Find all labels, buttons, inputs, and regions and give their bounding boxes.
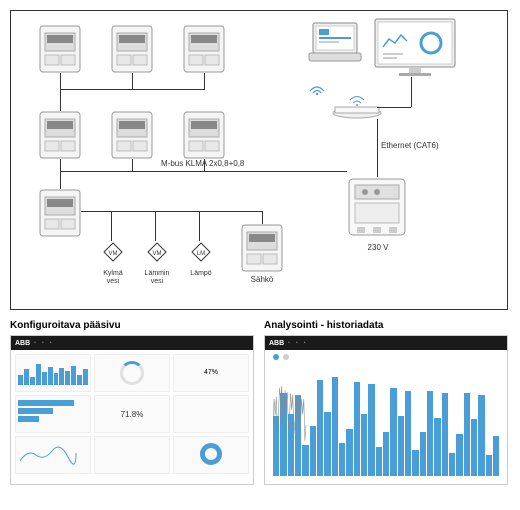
history-bar-chart [265, 364, 507, 484]
energy-meter [39, 25, 81, 73]
svg-text:VM: VM [109, 251, 118, 257]
energy-meter [111, 111, 153, 159]
dashboard-screenshot: ABB ••• 47% 71.8% [10, 335, 254, 485]
app-logo: ABB [15, 340, 30, 347]
dash-card-gauge [94, 354, 170, 392]
wifi-router-icon [331, 93, 383, 119]
sensor-label: Lämmin vesi [143, 270, 171, 285]
sensor-label: Kylmä vesi [99, 270, 127, 285]
app-nav: ••• [34, 340, 51, 346]
dash-card-empty2 [94, 436, 170, 474]
dash-card-bars [15, 354, 91, 392]
dash-card-gauge2: 47% [173, 354, 249, 392]
energy-meter-sahko [241, 224, 283, 272]
wifi-signal-icon [307, 77, 327, 97]
mbus-label: M-bus KLMA 2x0,8+0,8 [161, 159, 281, 168]
sensor-lm-heat: LM Lämpö [187, 241, 215, 278]
system-topology-diagram: Sähkö 230 V VM Kylmä vesi VM Lämmin vesi… [10, 10, 508, 310]
energy-meter [183, 111, 225, 159]
svg-text:LM: LM [197, 251, 205, 257]
energy-meter [39, 111, 81, 159]
sensor-vm-cold: VM Kylmä vesi [99, 241, 127, 285]
ethernet-label: Ethernet (CAT6) [381, 141, 461, 150]
sensor-label: Lämpö [187, 270, 215, 278]
energy-meter [111, 25, 153, 73]
analysis-screenshot: ABB ••• [264, 335, 508, 485]
svg-text:VM: VM [153, 251, 162, 257]
dash-card-number: 71.8% [94, 395, 170, 433]
energy-meter [39, 189, 81, 237]
monitor-icon [371, 17, 459, 77]
laptop-icon [307, 21, 363, 63]
app-nav: ••• [288, 340, 305, 346]
app-header: ABB ••• [11, 336, 253, 350]
app-logo: ABB [269, 340, 284, 347]
dash-card-hbars [15, 395, 91, 433]
chart-filter-bar [265, 350, 507, 364]
sahko-label: Sähkö [241, 275, 283, 284]
voltage-label: 230 V [363, 243, 393, 252]
panel-title-dashboard: Konfiguroitava pääsivu [10, 320, 254, 331]
gateway-device [347, 177, 407, 237]
sensor-vm-warm: VM Lämmin vesi [143, 241, 171, 285]
app-header: ABB ••• [265, 336, 507, 350]
energy-meter [183, 25, 225, 73]
dash-card-line [15, 436, 91, 474]
dash-card-empty [173, 395, 249, 433]
dash-card-donut [173, 436, 249, 474]
panel-title-analysis: Analysointi - historiadata [264, 320, 508, 331]
